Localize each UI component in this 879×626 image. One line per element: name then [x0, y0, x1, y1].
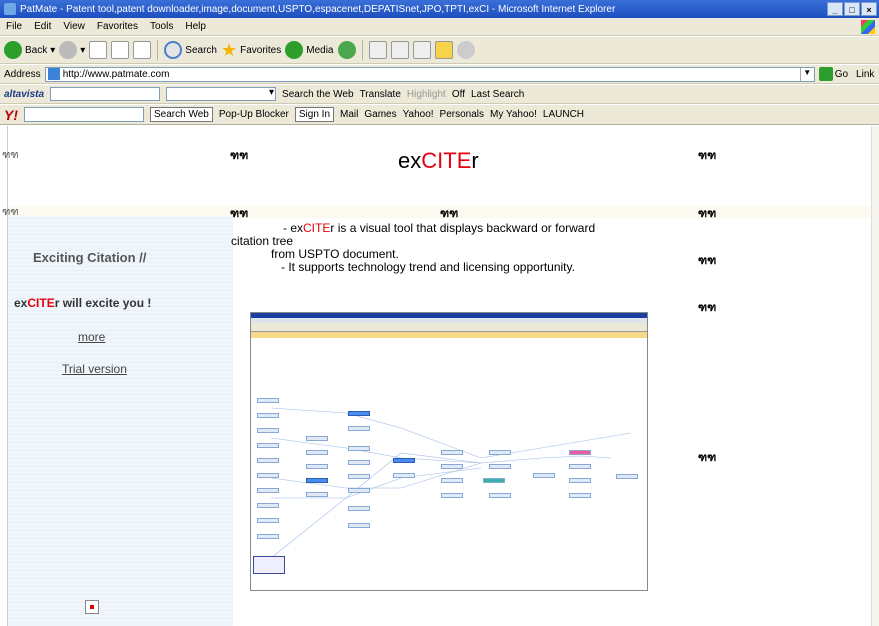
- popup-blocker-button[interactable]: Pop-Up Blocker: [219, 109, 289, 120]
- yahoo-games-button[interactable]: Games: [364, 109, 396, 120]
- yahoo-search-web-button[interactable]: Search Web: [150, 107, 213, 122]
- back-button[interactable]: Back ▾: [4, 41, 55, 59]
- standard-toolbar: Back ▾ ▾ Search ★ Favorites Media: [0, 37, 879, 64]
- placeholder-glyph: ฑฑ: [698, 302, 717, 314]
- more-link[interactable]: more: [78, 330, 105, 344]
- altavista-toolbar: altavista Search the Web Translate Highl…: [0, 85, 879, 104]
- menu-favorites[interactable]: Favorites: [97, 21, 138, 32]
- go-arrow-icon: [818, 67, 833, 81]
- window-controls: _ □ ×: [827, 2, 877, 16]
- placeholder-glyph: ฑฑ: [698, 150, 717, 162]
- exciting-citation-title: Exciting Citation //: [33, 250, 147, 265]
- off-button[interactable]: Off: [452, 89, 465, 100]
- maximize-button[interactable]: □: [844, 2, 860, 16]
- trial-version-link[interactable]: Trial version: [62, 362, 127, 376]
- vertical-scrollbar[interactable]: [871, 126, 879, 626]
- altavista-logo[interactable]: altavista: [4, 89, 44, 100]
- menu-file[interactable]: File: [6, 21, 22, 32]
- placeholder-glyph: ฑฑ: [698, 452, 717, 464]
- page-left-edge: [0, 126, 8, 626]
- placeholder-glyph: ฑฑ: [230, 150, 249, 162]
- desc-line-4: - It supports technology trend and licen…: [281, 260, 575, 274]
- last-search-button[interactable]: Last Search: [471, 89, 524, 100]
- menu-help[interactable]: Help: [185, 21, 206, 32]
- search-button[interactable]: Search: [164, 41, 217, 59]
- home-icon[interactable]: [133, 41, 152, 59]
- citation-tree-canvas: [251, 338, 647, 578]
- placeholder-glyph: ฑฑ: [698, 208, 717, 220]
- yahoo-toolbar: Y! Search Web Pop-Up Blocker Sign In Mai…: [0, 105, 879, 125]
- favorites-button[interactable]: ★ Favorites: [221, 40, 281, 61]
- menu-view[interactable]: View: [63, 21, 85, 32]
- yahoo-mail-button[interactable]: Mail: [340, 109, 358, 120]
- mail-icon[interactable]: [368, 41, 387, 59]
- title-bar: PatMate - Patent tool,patent downloader,…: [0, 0, 879, 18]
- left-panel: Exciting Citation // exCITEr will excite…: [8, 216, 233, 626]
- search-icon: [164, 41, 183, 59]
- star-icon: ★: [220, 39, 238, 60]
- window-title: PatMate - Patent tool,patent downloader,…: [20, 3, 616, 15]
- refresh-icon[interactable]: [111, 41, 130, 59]
- search-the-web-button[interactable]: Search the Web: [282, 89, 354, 100]
- address-value: http://www.patmate.com: [62, 68, 170, 80]
- yahoo-logo[interactable]: Y!: [4, 107, 18, 123]
- excite-tagline: exCITEr will excite you !: [14, 296, 152, 310]
- address-label: Address: [4, 68, 41, 80]
- placeholder-glyph: ฑฑ: [698, 255, 717, 267]
- messenger-icon[interactable]: [456, 41, 475, 59]
- toolbar-separator: [157, 40, 159, 60]
- windows-flag-icon: [861, 19, 875, 34]
- my-yahoo-button[interactable]: My Yahoo!: [490, 109, 537, 120]
- forward-button[interactable]: ▾: [59, 41, 85, 59]
- citation-tree-lines: [270, 407, 632, 559]
- ie-icon: [4, 3, 16, 15]
- media-button[interactable]: Media: [285, 41, 334, 59]
- placeholder-glyph: ฑฑ: [2, 150, 19, 161]
- history-icon[interactable]: [337, 41, 356, 59]
- stop-icon[interactable]: [89, 41, 108, 59]
- media-icon: [285, 41, 304, 59]
- links-label[interactable]: Link: [856, 69, 874, 80]
- minimize-button[interactable]: _: [827, 2, 843, 16]
- address-bar: Address http://www.patmate.com ▼ Go Link: [0, 65, 879, 84]
- altavista-search-input[interactable]: [50, 87, 161, 101]
- excite-screenshot-image: [250, 312, 648, 591]
- address-input[interactable]: http://www.patmate.com ▼: [44, 66, 815, 82]
- yahoo-button[interactable]: Yahoo!: [403, 109, 434, 120]
- altavista-search-combo[interactable]: [166, 87, 277, 101]
- forward-arrow-icon: [59, 41, 78, 59]
- personals-button[interactable]: Personals: [440, 109, 484, 120]
- placeholder-glyph: ฑฑ: [440, 208, 459, 220]
- description-text: - exCITEr is a visual tool that displays…: [231, 222, 641, 274]
- edit-icon[interactable]: [412, 41, 431, 59]
- go-button[interactable]: Go: [818, 67, 848, 81]
- menu-edit[interactable]: Edit: [34, 21, 51, 32]
- page-icon: [47, 68, 60, 80]
- folder-icon[interactable]: [434, 41, 453, 59]
- menu-bar: File Edit View Favorites Tools Help: [0, 18, 879, 36]
- broken-image-icon: [85, 600, 99, 614]
- translate-button[interactable]: Translate: [360, 89, 401, 100]
- back-arrow-icon: [4, 41, 22, 59]
- print-icon[interactable]: [390, 41, 409, 59]
- address-dropdown-icon[interactable]: ▼: [799, 67, 814, 81]
- menu-tools[interactable]: Tools: [150, 21, 173, 32]
- launch-button[interactable]: LAUNCH: [543, 109, 584, 120]
- yahoo-search-input[interactable]: [24, 107, 144, 122]
- page-content: ฑฑ ฑฑ ฑฑ exCITEr ฑฑ ฑฑ ฑฑ ฑฑ Exciting Ci…: [2, 126, 870, 626]
- sign-in-button[interactable]: Sign In: [294, 107, 335, 122]
- close-button[interactable]: ×: [861, 2, 877, 16]
- excite-brand-title: exCITEr: [398, 148, 479, 173]
- minimap-box: [253, 556, 285, 574]
- highlight-button[interactable]: Highlight: [407, 89, 446, 100]
